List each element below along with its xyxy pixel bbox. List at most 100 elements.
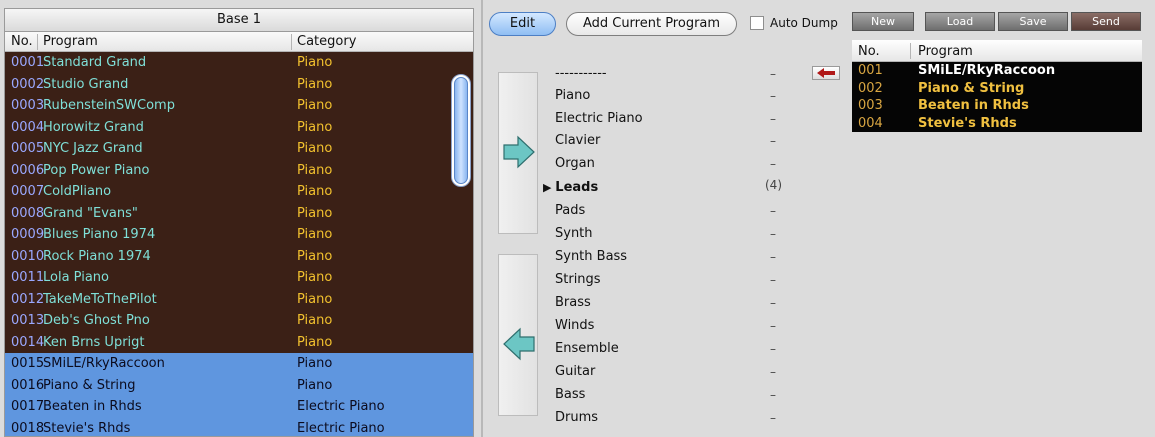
- category-item[interactable]: -----------: [555, 66, 607, 81]
- program-category: Piano: [297, 76, 333, 92]
- scrollbar-thumb[interactable]: [454, 77, 468, 184]
- category-item[interactable]: Ensemble: [555, 341, 619, 356]
- program-category: Piano: [297, 98, 333, 113]
- program-name: Studio Grand: [43, 76, 129, 92]
- category-label: Electric Piano: [555, 111, 643, 126]
- category-count: –: [770, 388, 776, 402]
- program-number: 003: [858, 98, 883, 113]
- program-row[interactable]: 0005 NYC Jazz Grand Piano: [5, 138, 473, 160]
- auto-dump-toggle[interactable]: Auto Dump: [750, 16, 838, 30]
- program-name: Piano & String: [918, 80, 1025, 96]
- auto-dump-label: Auto Dump: [770, 16, 838, 30]
- category-count: –: [770, 365, 776, 379]
- category-count: –: [770, 319, 776, 333]
- category-label: Strings: [555, 272, 601, 287]
- program-number: 0015: [11, 356, 45, 371]
- program-name: Beaten in Rhds: [918, 98, 1029, 113]
- column-no-header[interactable]: No.: [858, 41, 880, 63]
- column-no-header[interactable]: No.: [11, 32, 33, 52]
- category-item[interactable]: Synth Bass: [555, 249, 627, 264]
- program-number: 0008: [11, 205, 45, 221]
- program-name: Deb's Ghost Pno: [43, 313, 150, 328]
- category-item[interactable]: Brass: [555, 295, 591, 310]
- program-name: Beaten in Rhds: [43, 399, 142, 414]
- panel-divider[interactable]: [481, 0, 483, 437]
- category-program-row[interactable]: 003 Beaten in Rhds: [852, 97, 1142, 115]
- program-number: 004: [858, 115, 883, 131]
- load-button[interactable]: Load: [925, 12, 995, 31]
- program-category: Piano: [297, 227, 333, 242]
- program-number: 0007: [11, 184, 45, 199]
- category-item[interactable]: Bass: [555, 387, 585, 402]
- program-number: 0002: [11, 76, 45, 92]
- program-category: Electric Piano: [297, 420, 385, 436]
- auto-dump-checkbox[interactable]: [750, 16, 764, 30]
- category-item[interactable]: Clavier: [555, 133, 600, 148]
- category-item[interactable]: Guitar: [555, 364, 595, 379]
- program-row[interactable]: 0012 TakeMeToThePilot Piano: [5, 288, 473, 310]
- program-name: Rock Piano 1974: [43, 248, 151, 264]
- category-program-row[interactable]: 004 Stevie's Rhds: [852, 114, 1142, 132]
- remove-button[interactable]: [812, 66, 840, 80]
- category-program-row[interactable]: 002 Piano & String: [852, 79, 1142, 97]
- category-item[interactable]: ▶ Leads: [543, 180, 599, 195]
- category-item[interactable]: Organ: [555, 156, 595, 171]
- program-row[interactable]: 0010 Rock Piano 1974 Piano: [5, 245, 473, 267]
- program-row[interactable]: 0004 Horowitz Grand Piano: [5, 116, 473, 138]
- base-title: Base 1: [5, 9, 473, 32]
- add-current-program-button[interactable]: Add Current Program: [566, 12, 737, 36]
- category-count: –: [770, 273, 776, 287]
- category-label: Brass: [555, 295, 591, 310]
- program-category: Piano: [297, 291, 333, 307]
- program-name: NYC Jazz Grand: [43, 141, 143, 156]
- new-button[interactable]: New: [852, 12, 914, 31]
- category-label: Leads: [555, 180, 599, 195]
- program-row[interactable]: 0003 RubensteinSWComp Piano: [5, 95, 473, 117]
- program-category: Piano: [297, 356, 333, 371]
- program-row[interactable]: 0018 Stevie's Rhds Electric Piano: [5, 417, 473, 436]
- program-row[interactable]: 0001 Standard Grand Piano: [5, 52, 473, 74]
- category-program-table: No. Program 001 SMiLE/RkyRaccoon 002 Piano …: [852, 40, 1142, 132]
- program-row[interactable]: 0015 SMiLE/RkyRaccoon Piano: [5, 353, 473, 375]
- send-button[interactable]: Send: [1071, 12, 1141, 31]
- category-count: –: [770, 112, 776, 126]
- category-item[interactable]: Electric Piano: [555, 111, 643, 126]
- save-button[interactable]: Save: [998, 12, 1068, 31]
- move-left-button[interactable]: [498, 254, 538, 416]
- category-item[interactable]: Piano: [555, 88, 590, 103]
- program-number: 0003: [11, 98, 45, 113]
- program-row[interactable]: 0006 Pop Power Piano Piano: [5, 159, 473, 181]
- category-item[interactable]: Strings: [555, 272, 601, 287]
- program-name: Lola Piano: [43, 270, 110, 285]
- edit-button[interactable]: Edit: [489, 12, 556, 36]
- column-program-header[interactable]: Program: [43, 32, 98, 52]
- column-category-header[interactable]: Category: [297, 32, 356, 52]
- program-row[interactable]: 0008 Grand "Evans" Piano: [5, 202, 473, 224]
- program-row[interactable]: 0007 ColdPliano Piano: [5, 181, 473, 203]
- program-row[interactable]: 0014 Ken Brns Uprigt Piano: [5, 331, 473, 353]
- program-number: 0010: [11, 248, 45, 264]
- program-category: Piano: [297, 205, 333, 221]
- program-row[interactable]: 0009 Blues Piano 1974 Piano: [5, 224, 473, 246]
- category-program-row[interactable]: 001 SMiLE/RkyRaccoon: [852, 62, 1142, 80]
- category-item[interactable]: Drums: [555, 410, 598, 425]
- program-name: Blues Piano 1974: [43, 227, 156, 242]
- category-count: –: [770, 227, 776, 241]
- program-row[interactable]: 0016 Piano & String Piano: [5, 374, 473, 396]
- move-right-button[interactable]: [498, 72, 538, 234]
- category-item[interactable]: Synth: [555, 226, 593, 241]
- category-count: –: [770, 134, 776, 148]
- program-row[interactable]: 0017 Beaten in Rhds Electric Piano: [5, 396, 473, 418]
- category-item[interactable]: Winds: [555, 318, 594, 333]
- program-row[interactable]: 0002 Studio Grand Piano: [5, 73, 473, 95]
- category-program-list: 001 SMiLE/RkyRaccoon 002 Piano & String 003 B…: [852, 62, 1142, 132]
- program-category: Piano: [297, 270, 333, 285]
- program-category: Piano: [297, 119, 333, 135]
- program-name: TakeMeToThePilot: [43, 291, 157, 307]
- program-number: 0018: [11, 420, 45, 436]
- column-program-header[interactable]: Program: [918, 41, 973, 63]
- program-row[interactable]: 0013 Deb's Ghost Pno Piano: [5, 310, 473, 332]
- program-row[interactable]: 0011 Lola Piano Piano: [5, 267, 473, 289]
- category-item[interactable]: Pads: [555, 203, 585, 218]
- vertical-scrollbar[interactable]: [451, 74, 471, 187]
